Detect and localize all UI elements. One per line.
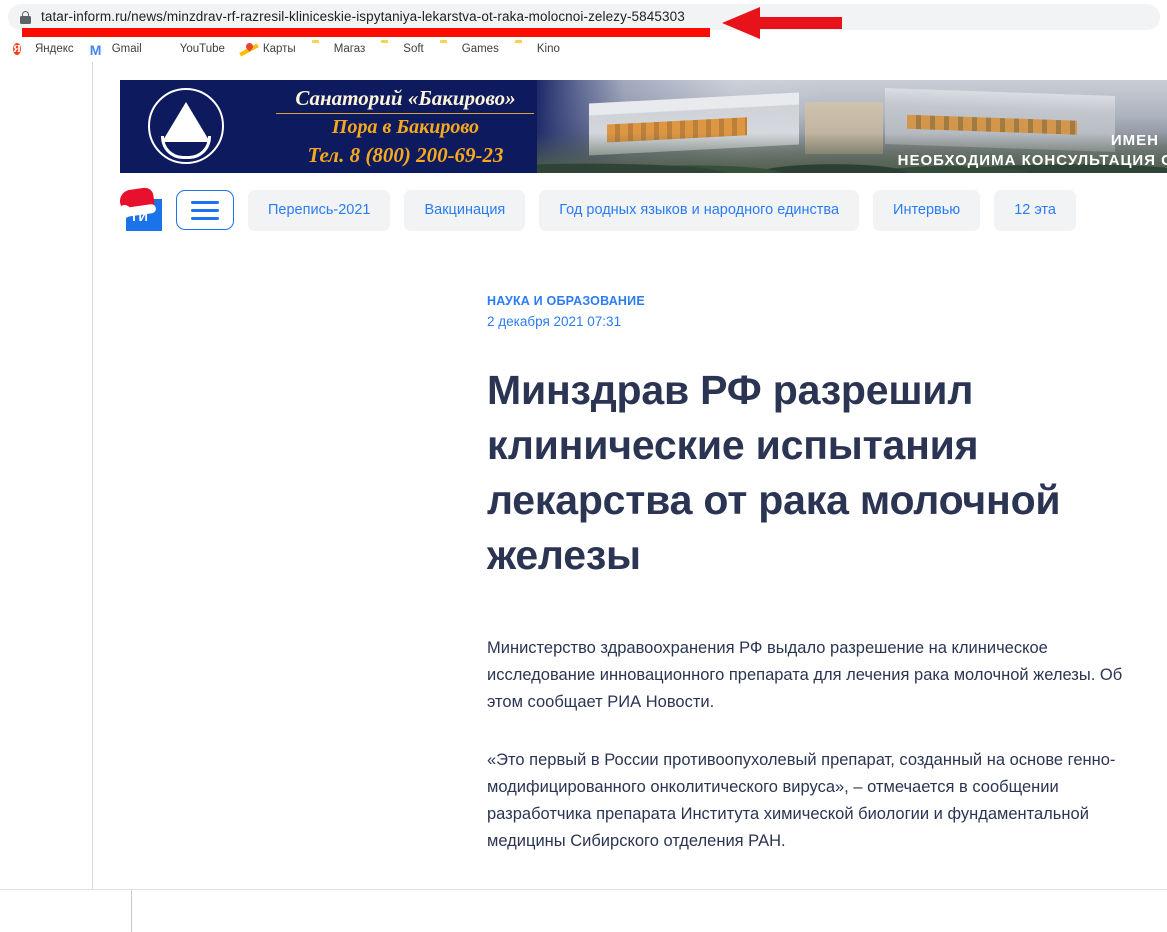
bookmark-label: Яндекс — [35, 43, 74, 56]
bookmark-label: Магаз — [333, 43, 366, 56]
hamburger-menu-icon[interactable] — [176, 190, 234, 230]
site-logo-text: ТИ — [130, 209, 149, 224]
bookmark-label: Kino — [536, 43, 560, 56]
banner-title: Санаторий «Бакирово» — [295, 86, 516, 110]
bottom-strip — [0, 890, 1167, 932]
bookmark-folder-soft[interactable]: Soft — [374, 39, 430, 61]
nav-button-label: Вакцинация — [424, 202, 506, 218]
page-left-margin — [0, 62, 10, 889]
folder-icon — [381, 42, 397, 58]
bookmark-yandex[interactable]: Я Яндекс — [6, 39, 81, 61]
folder-icon — [515, 42, 531, 58]
bookmark-folder-kino[interactable]: Kino — [508, 39, 567, 61]
bookmark-label: Soft — [403, 43, 424, 56]
youtube-icon — [158, 42, 174, 58]
lock-icon — [20, 10, 31, 24]
sanatorium-emblem-icon — [148, 88, 224, 164]
nav-button-intervyu[interactable]: Интервью — [873, 189, 981, 231]
google-maps-icon — [241, 42, 257, 58]
bookmark-label: Карты — [262, 43, 296, 56]
site-navigation-bar: ТИ Перепись-2021 Вакцинация Год родных я… — [118, 186, 1167, 234]
article: НАУКА И ОБРАЗОВАНИЕ 2 декабря 2021 07:31… — [487, 294, 1127, 889]
bookmark-folder-games[interactable]: Games — [433, 39, 506, 61]
banner-disclaimer-line2: НЕОБХОДИМА КОНСУЛЬТАЦИЯ С — [897, 152, 1167, 169]
bottom-vertical-rule — [131, 890, 132, 932]
nav-button-label: Год родных языков и народного единства — [559, 202, 840, 218]
folder-icon — [440, 42, 456, 58]
address-bar[interactable]: tatar-inform.ru/news/minzdrav-rf-razresi… — [8, 4, 1160, 30]
bookmark-label: YouTube — [179, 43, 225, 56]
bookmark-maps[interactable]: Карты — [234, 39, 303, 61]
article-paragraph: «Это первый в России противоопухолевый п… — [487, 751, 1116, 850]
article-dateline: 2 декабря 2021 07:31 — [487, 314, 622, 329]
banner-left-panel: Санаторий «Бакирово» Пора в Бакирово Тел… — [120, 80, 550, 173]
folder-icon — [312, 42, 328, 58]
nav-button-god-rodnyh-yazykov[interactable]: Год родных языков и народного единства — [539, 189, 860, 231]
page-viewport: Санаторий «Бакирово» Пора в Бакирово Тел… — [0, 62, 1167, 889]
annotation-red-underline — [22, 28, 710, 37]
article-paragraph: Министерство здравоохранения РФ выдало р… — [487, 639, 1123, 711]
site-logo-ti[interactable]: ТИ — [118, 186, 162, 231]
nav-button-label: Перепись-2021 — [268, 202, 371, 218]
browser-window: tatar-inform.ru/news/minzdrav-rf-razresi… — [0, 0, 1167, 932]
url-text[interactable]: tatar-inform.ru/news/minzdrav-rf-razresi… — [41, 10, 685, 24]
bookmark-label: Gmail — [111, 43, 142, 56]
article-rubric[interactable]: НАУКА И ОБРАЗОВАНИЕ — [487, 294, 1127, 308]
banner-disclaimer-line1: ИМЕН — [1110, 132, 1159, 149]
nav-button-perepis[interactable]: Перепись-2021 — [248, 189, 391, 231]
bookmark-folder-magaz[interactable]: Магаз — [305, 39, 373, 61]
bookmark-label: Games — [461, 43, 499, 56]
banner-ad-sanatorium[interactable]: Санаторий «Бакирово» Пора в Бакирово Тел… — [120, 80, 1167, 173]
bookmark-youtube[interactable]: YouTube — [151, 39, 232, 61]
gmail-icon: M — [89, 42, 102, 58]
bookmark-gmail[interactable]: M Gmail — [83, 39, 149, 61]
banner-phone: Тел. 8 (800) 200-69-23 — [307, 143, 504, 167]
yandex-icon: Я — [13, 43, 21, 55]
bookmarks-bar: Я Яндекс M Gmail YouTube Карты Магаз Sof… — [0, 38, 1167, 62]
nav-button-label: Интервью — [893, 202, 961, 218]
nav-button-label: 12 эта — [1014, 202, 1056, 218]
banner-divider — [276, 113, 534, 114]
nav-button-12-etazh[interactable]: 12 эта — [994, 189, 1076, 231]
article-headline: Минздрав РФ разрешил клинические испытан… — [487, 367, 1061, 578]
annotation-red-arrow-icon — [722, 7, 842, 39]
content-left-rule — [92, 62, 93, 889]
nav-button-vakcinaciya[interactable]: Вакцинация — [404, 189, 526, 231]
banner-subtitle: Пора в Бакирово — [331, 116, 480, 138]
